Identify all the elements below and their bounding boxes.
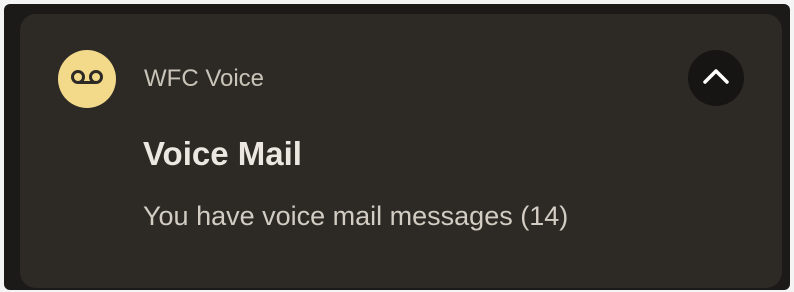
notification-frame: WFC Voice Voice Mail You have voice mail… (4, 4, 790, 290)
chevron-up-icon (702, 67, 730, 90)
collapse-button[interactable] (688, 50, 744, 106)
app-name: WFC Voice (144, 65, 265, 92)
voicemail-icon (70, 67, 104, 92)
notification-card[interactable]: WFC Voice Voice Mail You have voice mail… (20, 14, 782, 288)
notification-title: Voice Mail (143, 135, 302, 172)
notification-message: You have voice mail messages (14) (143, 201, 569, 231)
app-icon-badge (58, 50, 116, 108)
